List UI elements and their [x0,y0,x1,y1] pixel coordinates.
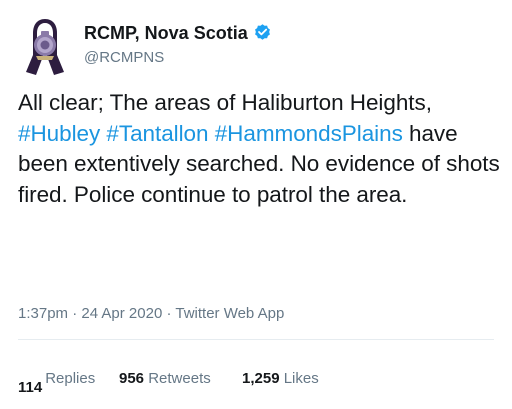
hashtag-hammondsplains[interactable]: #HammondsPlains [215,121,403,146]
tweet-date[interactable]: 24 Apr 2020 [81,305,162,322]
name-row: RCMP, Nova Scotia [84,21,502,45]
tweet-client[interactable]: Twitter Web App [175,305,284,322]
retweets-label: Retweets [148,370,211,387]
retweets-count: 956 [119,370,145,387]
likes-count: 1,259 [242,370,280,387]
meta-separator: · [68,305,82,322]
hashtag-tantallon[interactable]: #Tantallon [106,121,208,146]
tweet-header: RCMP, Nova Scotia @RCMPNS [84,21,502,67]
likes-label: Likes [283,370,319,387]
likes-stat[interactable]: 1,259 Likes [242,370,319,387]
display-name[interactable]: RCMP, Nova Scotia [84,23,248,44]
verified-badge-icon [254,23,270,40]
divider [18,339,494,340]
tweet-time[interactable]: 1:37pm [18,305,68,322]
avatar[interactable] [22,15,68,76]
tweet-meta: 1:37pm · 24 Apr 2020 · Twitter Web App [18,305,284,322]
replies-label: Replies [45,370,96,387]
meta-separator: · [162,305,176,322]
tweet-text: All clear; The areas of Haliburton Heigh… [18,88,504,210]
tweet-text-intro: All clear; The areas of Haliburton Heigh… [18,90,432,115]
user-handle[interactable]: @RCMPNS [84,49,164,66]
replies-count: 114 [18,379,43,396]
replies-stat[interactable]: 114Replies [18,370,95,396]
retweets-stat[interactable]: 956 Retweets [119,370,211,387]
hashtag-hubley[interactable]: #Hubley [18,121,100,146]
